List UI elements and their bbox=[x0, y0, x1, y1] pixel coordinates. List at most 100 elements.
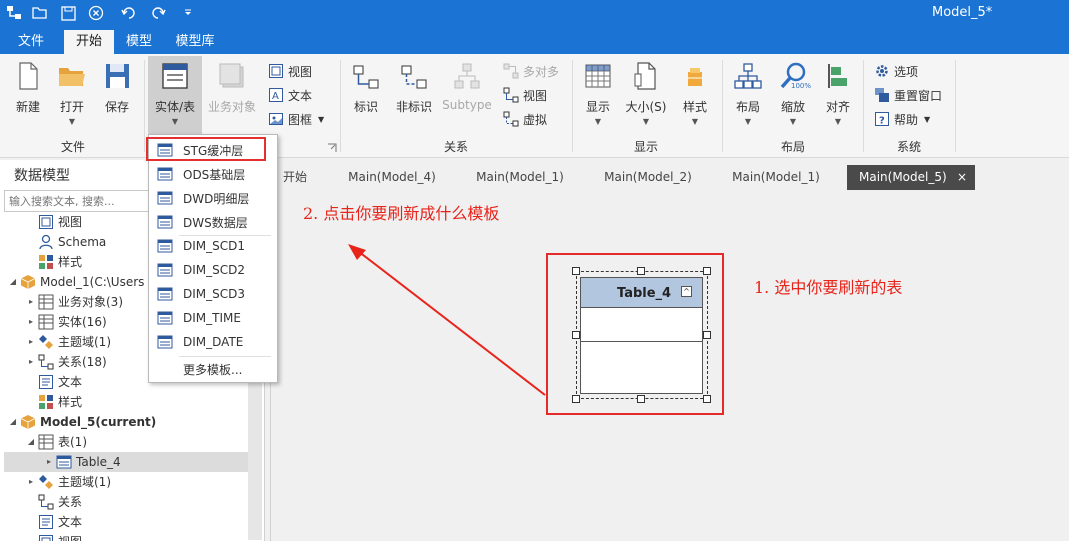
menu-tab-home[interactable]: 开始 bbox=[64, 30, 114, 54]
many-to-many-button[interactable]: 多对多 bbox=[503, 61, 559, 81]
menu-tab-file[interactable]: 文件 bbox=[8, 30, 54, 54]
tree-item-business-objects[interactable]: ▸ 业务对象(3) bbox=[26, 292, 123, 312]
align-button[interactable]: 对齐 ▼ bbox=[818, 60, 858, 126]
expanded-arrow-icon[interactable]: ◢ bbox=[8, 272, 18, 292]
tree-item-label: 样式 bbox=[58, 255, 83, 269]
menu-item-dim-scd3[interactable]: DIM_SCD3 bbox=[149, 282, 277, 306]
resize-handle[interactable] bbox=[572, 267, 580, 275]
tree-item-relations[interactable]: ▸ 关系(18) bbox=[26, 352, 107, 372]
resize-handle[interactable] bbox=[637, 395, 645, 403]
resize-handle[interactable] bbox=[572, 395, 580, 403]
menu-item-dim-time[interactable]: DIM_TIME bbox=[149, 306, 277, 330]
doc-tab-start[interactable]: 开始 bbox=[273, 165, 317, 190]
entity-header[interactable]: Table_4 ^ bbox=[581, 278, 702, 308]
resize-handle[interactable] bbox=[703, 331, 711, 339]
table-entity[interactable]: Table_4 ^ bbox=[580, 277, 703, 394]
expanded-arrow-icon[interactable]: ◢ bbox=[26, 432, 36, 452]
collapsed-arrow-icon[interactable]: ▸ bbox=[26, 332, 36, 352]
zoom-button[interactable]: 100% 缩放 ▼ bbox=[773, 60, 813, 126]
doc-tab-model-2[interactable]: Main(Model_2) bbox=[593, 165, 703, 190]
subtype-button[interactable]: Subtype bbox=[441, 60, 493, 112]
layout-button[interactable]: 布局 ▼ bbox=[728, 60, 768, 126]
search-input[interactable] bbox=[4, 190, 154, 212]
text-button[interactable]: A 文本 bbox=[268, 85, 312, 105]
redo-icon[interactable] bbox=[148, 3, 168, 23]
tree-item-subject-area[interactable]: ▸ 主题域(1) bbox=[26, 472, 111, 492]
virtual-relation-button[interactable]: 虚拟 bbox=[503, 109, 547, 129]
resize-handle[interactable] bbox=[703, 395, 711, 403]
menu-item-more-templates[interactable]: 更多模板... bbox=[149, 357, 277, 381]
resize-handle[interactable] bbox=[572, 331, 580, 339]
style-button[interactable]: 样式 ▼ bbox=[675, 60, 715, 126]
menu-item-dim-scd2[interactable]: DIM_SCD2 bbox=[149, 258, 277, 282]
entity-table-button[interactable]: 实体/表 ▼ bbox=[148, 56, 202, 134]
open-button[interactable]: 打开 ▼ bbox=[52, 60, 92, 126]
open-folder-icon[interactable] bbox=[30, 3, 50, 23]
entity-key-section[interactable] bbox=[581, 308, 702, 342]
template-table-icon bbox=[157, 191, 173, 205]
tree-item-relations[interactable]: 关系 bbox=[26, 492, 82, 512]
expanded-arrow-icon[interactable]: ◢ bbox=[8, 412, 18, 432]
view-button[interactable]: 视图 bbox=[268, 61, 312, 81]
svg-text:A: A bbox=[272, 91, 279, 102]
tree-item-entities[interactable]: ▸ 实体(16) bbox=[26, 312, 107, 332]
business-object-button[interactable]: 业务对象 bbox=[206, 60, 258, 115]
close-tab-icon[interactable]: × bbox=[957, 165, 967, 190]
identifying-relation-button[interactable]: 标识 bbox=[346, 60, 386, 115]
reset-window-button[interactable]: 重置窗口 bbox=[874, 85, 942, 105]
frame-button[interactable]: 图框 ▼ bbox=[268, 109, 324, 129]
save-button[interactable]: 保存 bbox=[97, 60, 137, 115]
tree-item-style[interactable]: 样式 bbox=[26, 392, 82, 412]
doc-tab-model-4[interactable]: Main(Model_4) bbox=[337, 165, 447, 190]
menu-tab-model[interactable]: 模型 bbox=[118, 30, 160, 54]
doc-tab-model-5[interactable]: Main(Model_5) × bbox=[847, 165, 975, 190]
non-identifying-relation-button[interactable]: 非标识 bbox=[392, 60, 436, 115]
close-circle-icon[interactable] bbox=[86, 3, 106, 23]
menu-item-dws[interactable]: DWS数据层 bbox=[149, 210, 277, 234]
new-button[interactable]: 新建 bbox=[8, 60, 48, 115]
resize-handle[interactable] bbox=[637, 267, 645, 275]
tree-item-model-1[interactable]: ◢ Model_1(C:\Users bbox=[8, 272, 144, 292]
tree-item-label: Model_1(C:\Users bbox=[40, 275, 145, 289]
tree-item-table-4[interactable]: ▸ Table_4 bbox=[4, 452, 248, 472]
menu-item-dwd[interactable]: DWD明细层 bbox=[149, 186, 277, 210]
new-document-icon bbox=[12, 60, 44, 92]
tree-item-schema[interactable]: Schema bbox=[26, 232, 106, 252]
collapsed-arrow-icon[interactable]: ▸ bbox=[26, 472, 36, 492]
collapsed-arrow-icon[interactable]: ▸ bbox=[26, 352, 36, 372]
tree-item-subject-area[interactable]: ▸ 主题域(1) bbox=[26, 332, 111, 352]
collapsed-arrow-icon[interactable]: ▸ bbox=[26, 292, 36, 312]
undo-icon[interactable] bbox=[119, 3, 139, 23]
tree-item-view[interactable]: 视图 bbox=[26, 532, 82, 541]
dialog-launcher-icon[interactable] bbox=[327, 142, 337, 152]
menu-tab-model-library[interactable]: 模型库 bbox=[166, 30, 224, 54]
collapse-icon[interactable]: ^ bbox=[681, 286, 692, 297]
options-button[interactable]: 选项 bbox=[874, 61, 918, 81]
menu-item-dim-scd1[interactable]: DIM_SCD1 bbox=[149, 234, 277, 258]
tree-item-text[interactable]: 文本 bbox=[26, 372, 82, 392]
menu-item-ods[interactable]: ODS基础层 bbox=[149, 162, 277, 186]
save-icon[interactable] bbox=[58, 3, 78, 23]
menu-item-dim-date[interactable]: DIM_DATE bbox=[149, 330, 277, 354]
tree-item-view[interactable]: 视图 bbox=[26, 212, 82, 232]
file-group-label: 文件 bbox=[60, 140, 85, 154]
doc-tab-model-1[interactable]: Main(Model_1) bbox=[465, 165, 575, 190]
align-dropdown-arrow-icon: ▼ bbox=[834, 117, 842, 126]
display-button[interactable]: 显示 ▼ bbox=[578, 60, 618, 126]
tree-item-tables[interactable]: ◢ 表(1) bbox=[26, 432, 87, 452]
collapsed-arrow-icon[interactable]: ▸ bbox=[44, 452, 54, 472]
customize-toolbar-icon[interactable] bbox=[178, 3, 198, 23]
relation-view-button[interactable]: 视图 bbox=[503, 85, 547, 105]
tree-item-model-5[interactable]: ◢ Model_5(current) bbox=[8, 412, 156, 432]
help-button[interactable]: ? 帮助 ▼ bbox=[874, 109, 930, 129]
collapsed-arrow-icon[interactable]: ▸ bbox=[26, 312, 36, 332]
size-label: 大小(S) bbox=[625, 100, 667, 114]
size-button[interactable]: 大小(S) ▼ bbox=[624, 60, 668, 126]
entity-table-dropdown-arrow-icon: ▼ bbox=[171, 117, 179, 126]
doc-tab-model-1-b[interactable]: Main(Model_1) bbox=[721, 165, 831, 190]
menu-bar: 文件 开始 模型 模型库 bbox=[0, 26, 1069, 54]
tree-item-style[interactable]: 样式 bbox=[26, 252, 82, 272]
tree-item-label: 关系 bbox=[58, 495, 83, 509]
resize-handle[interactable] bbox=[703, 267, 711, 275]
tree-item-text[interactable]: 文本 bbox=[26, 512, 82, 532]
